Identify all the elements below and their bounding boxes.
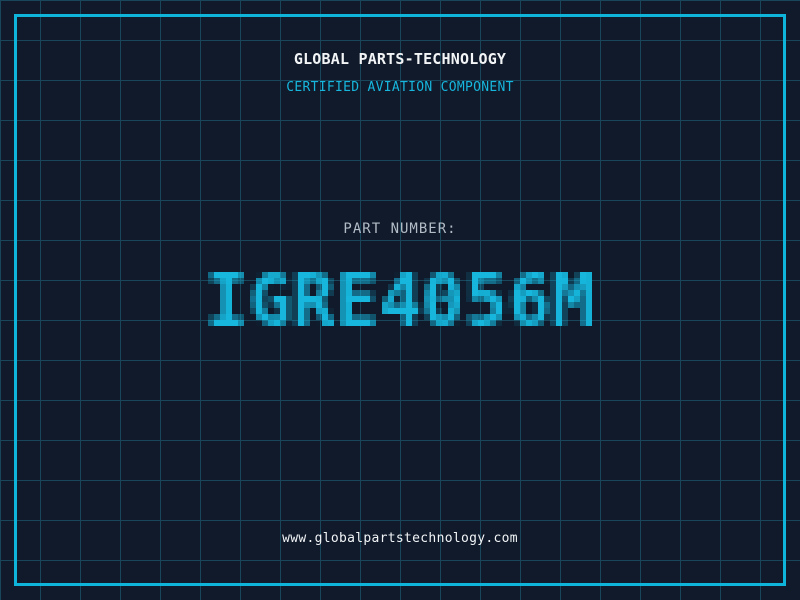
website-url: www.globalpartstechnology.com [282, 531, 518, 546]
company-name: GLOBAL PARTS-TECHNOLOGY [293, 50, 507, 68]
part-certificate-card: GLOBAL PARTS-TECHNOLOGY CERTIFIED AVIATI… [0, 0, 800, 600]
certification-label: CERTIFIED AVIATION COMPONENT [286, 80, 514, 95]
part-number-display [184, 260, 616, 344]
part-number-label: PART NUMBER: [343, 221, 457, 237]
